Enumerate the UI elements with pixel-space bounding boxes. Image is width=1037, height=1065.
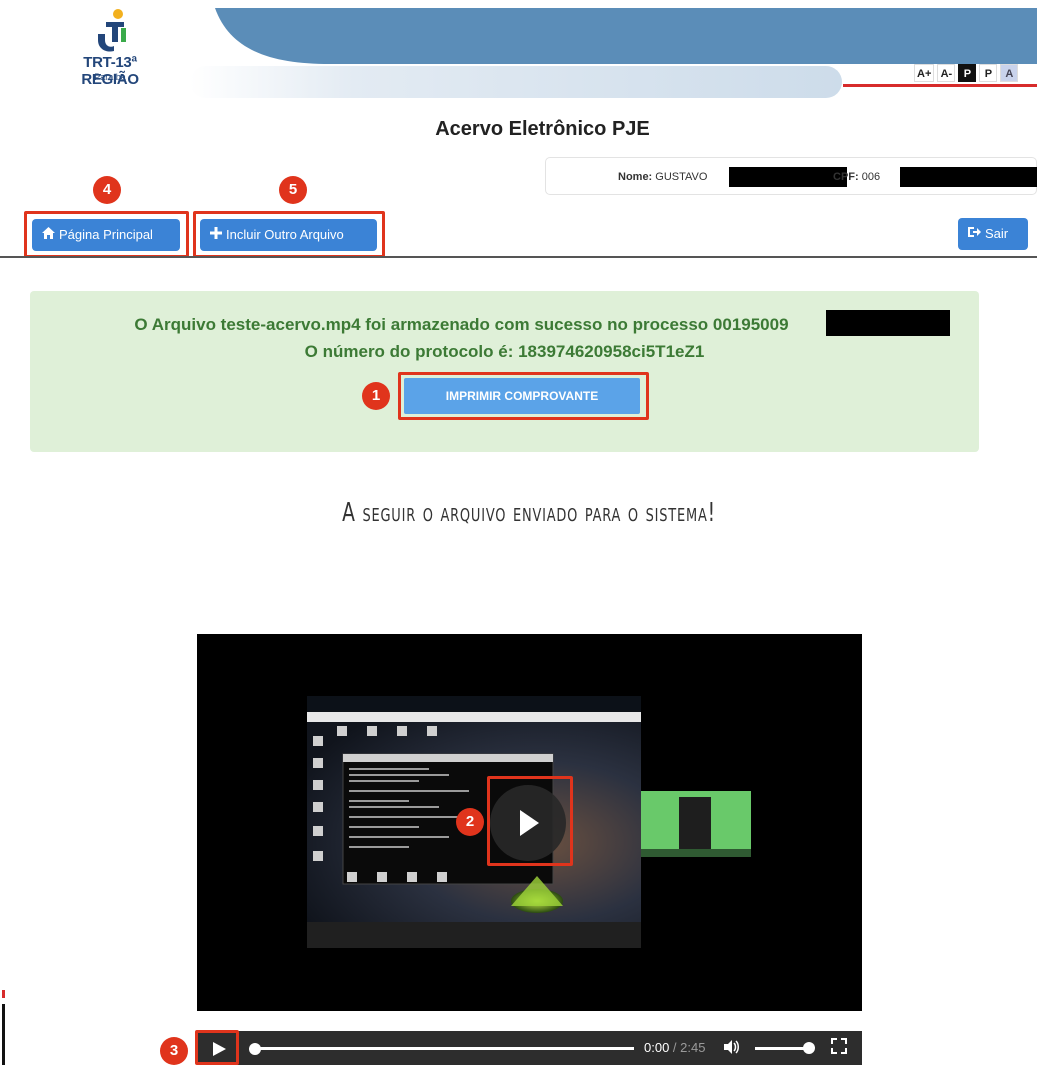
user-cpf: CPF: 006 (833, 171, 880, 183)
user-name-value: GUSTAVO (655, 171, 708, 183)
logo-icon (98, 9, 126, 52)
redaction-bar (900, 167, 1037, 187)
redaction-bar (729, 167, 847, 187)
high-contrast-button[interactable]: P (958, 64, 977, 82)
webcam-overlay (641, 791, 751, 857)
site-header: TRT-13ª REGIÃO Paraíba A+ A- P P A (0, 0, 1037, 108)
toolbar-divider (0, 256, 1037, 258)
annotation-highlight-4 (24, 211, 189, 258)
accessibility-button[interactable]: A (1000, 64, 1019, 82)
decrease-font-button[interactable]: A- (937, 64, 956, 82)
annotation-marker-5: 5 (279, 176, 307, 204)
annotation-marker-1: 1 (362, 382, 390, 410)
fullscreen-icon[interactable] (831, 1038, 847, 1059)
annotation-highlight-3 (195, 1030, 239, 1065)
exit-button-label: Sair (985, 226, 1009, 241)
annotation-marker-4: 4 (93, 176, 121, 204)
exit-button[interactable]: Sair (958, 218, 1028, 250)
user-info-box: Nome: GUSTAVO CPF: 006 (545, 157, 1037, 195)
normal-contrast-button[interactable]: P (979, 64, 998, 82)
page-title: Acervo Eletrônico PJE (435, 118, 650, 140)
time-display: 0:00 / 2:45 (644, 1040, 705, 1055)
success-message-text: O Arquivo teste-acervo.mp4 foi armazenad… (134, 315, 789, 334)
duration: 2:45 (680, 1040, 706, 1055)
progress-handle[interactable] (249, 1043, 261, 1055)
redaction-bar (826, 310, 950, 336)
edge-mark (2, 990, 5, 998)
user-cpf-label: CPF: (833, 171, 859, 183)
sign-out-icon (968, 218, 981, 250)
progress-track[interactable] (259, 1047, 634, 1050)
logo-subtitle: Paraíba (94, 72, 126, 82)
annotation-marker-2: 2 (456, 808, 484, 836)
user-name: Nome: GUSTAVO (618, 171, 707, 183)
volume-icon[interactable] (724, 1040, 740, 1058)
increase-font-button[interactable]: A+ (914, 64, 935, 82)
webcam-person (679, 797, 711, 855)
header-accent-line (843, 84, 1037, 87)
section-subtitle: A seguir o arquivo enviado para o sistem… (342, 498, 716, 528)
logo-text: TRT-13ª REGIÃO (81, 54, 139, 88)
volume-track[interactable] (755, 1047, 807, 1050)
user-name-label: Nome: (618, 171, 653, 183)
annotation-marker-3: 3 (160, 1037, 188, 1065)
webcam-caption-bar (641, 849, 751, 857)
font-size-tools: A+ A- P P A (914, 64, 1019, 82)
annotation-highlight-5 (193, 211, 385, 258)
edge-mark (2, 1004, 5, 1065)
volume-handle[interactable] (803, 1042, 815, 1054)
current-time: 0:00 (644, 1040, 670, 1055)
time-separator: / (669, 1040, 681, 1055)
annotation-highlight-1 (398, 372, 649, 420)
annotation-highlight-2 (487, 776, 573, 866)
video-controls: 0:00 / 2:45 (197, 1031, 862, 1065)
protocol-number: O número do protocolo é: 183974620958ci5… (304, 342, 705, 361)
user-cpf-value: 006 (861, 171, 881, 183)
